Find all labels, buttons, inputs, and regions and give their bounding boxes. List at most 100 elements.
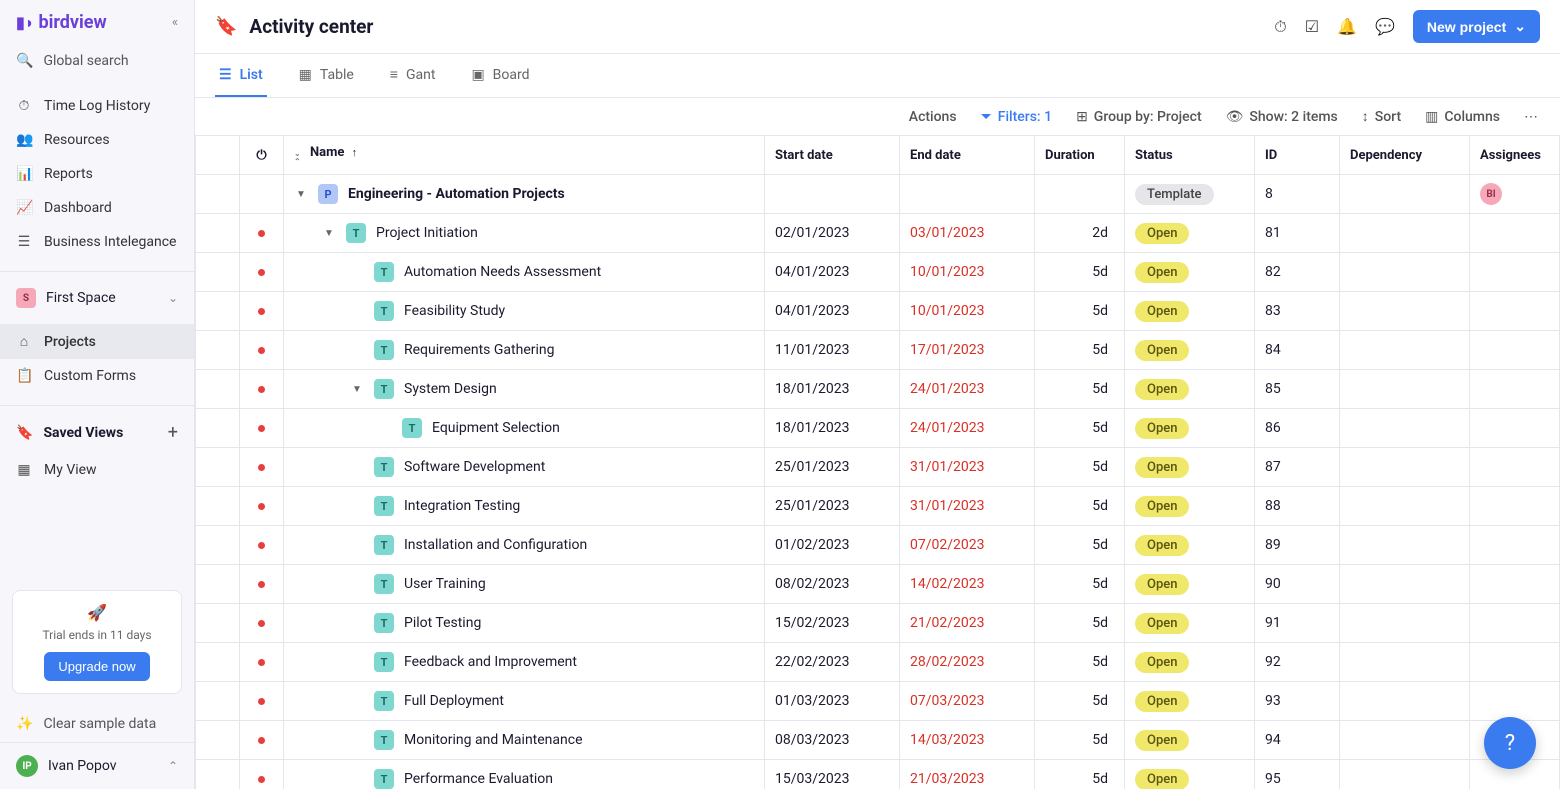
cell-assignees[interactable] [1470,409,1560,448]
table-row[interactable]: TAutomation Needs Assessment04/01/202310… [196,253,1560,292]
cell-duration[interactable]: 5d [1035,292,1125,331]
tab-board[interactable]: ▣Board [467,55,533,97]
cell-dependency[interactable] [1340,604,1470,643]
row-handle[interactable] [196,760,240,789]
col-assignees[interactable]: Assignees [1470,136,1560,175]
table-row[interactable]: TRequirements Gathering11/01/202317/01/2… [196,331,1560,370]
table-row[interactable]: TIntegration Testing25/01/202331/01/2023… [196,487,1560,526]
assignee-avatar[interactable]: BI [1480,183,1502,205]
cell-end-date[interactable] [900,175,1035,214]
upgrade-button[interactable]: Upgrade now [44,652,149,681]
cell-status[interactable]: Open [1125,760,1255,789]
cell-dependency[interactable] [1340,409,1470,448]
cell-assignees[interactable] [1470,292,1560,331]
cell-start-date[interactable]: 18/01/2023 [765,409,900,448]
cell-status[interactable]: Open [1125,448,1255,487]
row-handle[interactable] [196,175,240,214]
chat-icon[interactable]: 💬 [1375,17,1395,36]
cell-duration[interactable]: 5d [1035,331,1125,370]
cell-start-date[interactable]: 22/02/2023 [765,643,900,682]
nav-business-intelligence[interactable]: ☰Business Intelegance [0,225,194,259]
cell-duration[interactable]: 5d [1035,643,1125,682]
cell-dependency[interactable] [1340,487,1470,526]
cell-dependency[interactable] [1340,526,1470,565]
cell-end-date[interactable]: 03/01/2023 [900,214,1035,253]
cell-start-date[interactable]: 25/01/2023 [765,448,900,487]
row-handle[interactable] [196,409,240,448]
cell-end-date[interactable]: 07/03/2023 [900,682,1035,721]
cell-name[interactable]: TIntegration Testing [284,487,765,526]
cell-status[interactable]: Open [1125,721,1255,760]
cell-duration[interactable]: 5d [1035,409,1125,448]
cell-duration[interactable]: 5d [1035,721,1125,760]
cell-dependency[interactable] [1340,760,1470,789]
cell-status[interactable]: Open [1125,409,1255,448]
collapse-sidebar-button[interactable]: « [172,15,178,30]
cell-assignees[interactable] [1470,643,1560,682]
row-handle[interactable] [196,370,240,409]
cell-name[interactable]: TPilot Testing [284,604,765,643]
cell-status[interactable]: Open [1125,604,1255,643]
table-row[interactable]: TFeedback and Improvement22/02/202328/02… [196,643,1560,682]
col-id[interactable]: ID [1255,136,1340,175]
table-row[interactable]: ▼TSystem Design18/01/202324/01/20235dOpe… [196,370,1560,409]
cell-name[interactable]: ▼TProject Initiation [284,214,765,253]
expander-icon[interactable]: ▼ [350,384,364,395]
cell-assignees[interactable] [1470,604,1560,643]
new-project-button[interactable]: New project ⌄ [1413,10,1540,43]
nav-projects[interactable]: ⌂Projects [0,324,194,359]
cell-dependency[interactable] [1340,643,1470,682]
row-handle[interactable] [196,526,240,565]
tab-list[interactable]: ☰List [215,55,267,97]
col-end-date[interactable]: End date [900,136,1035,175]
cell-status[interactable]: Open [1125,643,1255,682]
nav-resources[interactable]: 👥Resources [0,123,194,157]
cell-name[interactable]: ▼TSystem Design [284,370,765,409]
cell-assignees[interactable] [1470,565,1560,604]
cell-status[interactable]: Open [1125,526,1255,565]
cell-dependency[interactable] [1340,370,1470,409]
cell-start-date[interactable]: 08/03/2023 [765,721,900,760]
cell-end-date[interactable]: 14/03/2023 [900,721,1035,760]
table-row[interactable]: TFull Deployment01/03/202307/03/20235dOp… [196,682,1560,721]
cell-start-date[interactable]: 15/02/2023 [765,604,900,643]
cell-name[interactable]: TMonitoring and Maintenance [284,721,765,760]
filters-button[interactable]: ⏷Filters: 1 [981,109,1053,125]
cell-duration[interactable]: 5d [1035,448,1125,487]
cell-name[interactable]: ▼PEngineering - Automation Projects [284,175,765,214]
cell-start-date[interactable]: 01/03/2023 [765,682,900,721]
sort-button[interactable]: ↕Sort [1362,108,1401,125]
help-button[interactable]: ? [1484,717,1536,769]
cell-name[interactable]: TUser Training [284,565,765,604]
user-menu[interactable]: IP Ivan Popov ⌃ [0,742,194,789]
table-row[interactable]: TUser Training08/02/202314/02/20235dOpen… [196,565,1560,604]
expander-icon[interactable]: ▼ [322,228,336,239]
table-scroll[interactable]: ⏻ ⌄⌃ Name ↑ Start date End date Duration… [195,135,1560,789]
groupby-button[interactable]: ⊞Group by: Project [1076,109,1202,125]
table-row[interactable]: TMonitoring and Maintenance08/03/202314/… [196,721,1560,760]
cell-name[interactable]: TFeedback and Improvement [284,643,765,682]
columns-button[interactable]: ▥Columns [1425,109,1500,125]
cell-start-date[interactable]: 08/02/2023 [765,565,900,604]
cell-end-date[interactable]: 31/01/2023 [900,448,1035,487]
cell-dependency[interactable] [1340,331,1470,370]
table-row[interactable]: TInstallation and Configuration01/02/202… [196,526,1560,565]
nav-dashboard[interactable]: 📈Dashboard [0,191,194,225]
cell-status[interactable]: Open [1125,370,1255,409]
cell-end-date[interactable]: 14/02/2023 [900,565,1035,604]
cell-assignees[interactable] [1470,253,1560,292]
row-handle[interactable] [196,643,240,682]
cell-end-date[interactable]: 10/01/2023 [900,292,1035,331]
cell-dependency[interactable] [1340,721,1470,760]
cell-assignees[interactable] [1470,370,1560,409]
row-handle[interactable] [196,331,240,370]
cell-dependency[interactable] [1340,448,1470,487]
row-handle[interactable] [196,292,240,331]
col-start-date[interactable]: Start date [765,136,900,175]
cell-assignees[interactable] [1470,214,1560,253]
cell-assignees[interactable]: BI [1470,175,1560,214]
cell-assignees[interactable] [1470,331,1560,370]
cell-status[interactable]: Open [1125,331,1255,370]
cell-start-date[interactable]: 04/01/2023 [765,253,900,292]
tab-table[interactable]: ▦Table [295,55,358,97]
